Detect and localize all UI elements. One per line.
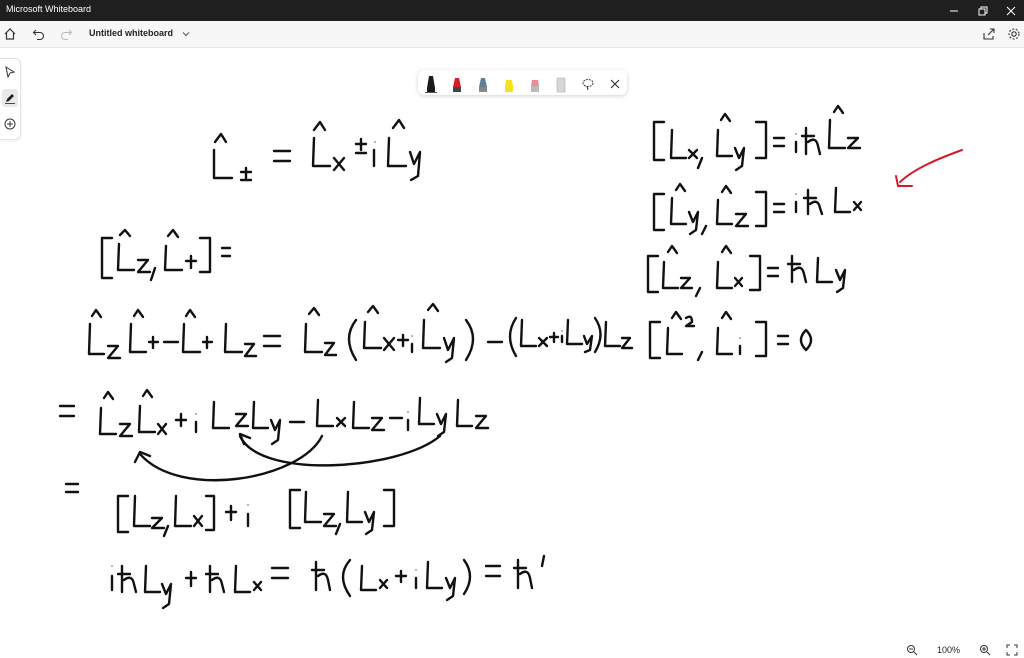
- zoom-controls: 100%: [900, 642, 1024, 658]
- black-pen-icon[interactable]: [424, 74, 438, 93]
- ink-stroke: [110, 554, 546, 610]
- app-toolbar: Untitled whiteboard: [0, 21, 1024, 48]
- close-tray-icon[interactable]: [608, 74, 622, 93]
- ink-stroke: [133, 432, 442, 482]
- blue-pen-icon[interactable]: [476, 74, 490, 93]
- zoom-out-icon[interactable]: [906, 644, 918, 656]
- restore-icon: [978, 6, 988, 15]
- window-title: Microsoft Whiteboard: [6, 4, 92, 14]
- settings-button[interactable]: [1006, 26, 1022, 42]
- share-icon: [983, 28, 995, 40]
- redo-icon: [60, 29, 73, 41]
- minimize-icon: [950, 10, 958, 11]
- ink-stroke: [87, 302, 634, 364]
- ink-stroke: [212, 118, 422, 182]
- ink-layer[interactable]: [0, 48, 1024, 642]
- eraser-icon[interactable]: [554, 74, 568, 93]
- zoom-in-icon[interactable]: [979, 644, 991, 656]
- minimize-button[interactable]: [946, 3, 962, 18]
- restore-button[interactable]: [975, 3, 991, 18]
- pen-tray: [418, 70, 627, 95]
- title-bar: Microsoft Whiteboard: [0, 0, 1024, 21]
- undo-button[interactable]: [31, 26, 47, 42]
- lasso-icon[interactable]: [581, 74, 595, 93]
- title-dropdown-button[interactable]: [178, 26, 194, 42]
- close-button[interactable]: [1003, 3, 1019, 18]
- share-button[interactable]: [981, 26, 997, 42]
- ink-stroke: [58, 388, 490, 446]
- undo-icon: [32, 29, 45, 41]
- red-pen-icon[interactable]: [450, 74, 464, 93]
- close-icon: [1006, 6, 1016, 15]
- ink-stroke: [64, 482, 396, 538]
- pink-highlighter-icon[interactable]: [528, 74, 542, 93]
- fit-to-screen-icon[interactable]: [1006, 644, 1018, 656]
- whiteboard-title[interactable]: Untitled whiteboard: [89, 28, 173, 38]
- ink-stroke: [100, 228, 232, 282]
- home-button[interactable]: [2, 26, 18, 42]
- red-arrow-annotation: [895, 149, 963, 187]
- yellow-highlighter-icon[interactable]: [502, 74, 516, 93]
- home-icon: [4, 28, 16, 40]
- zoom-level[interactable]: 100%: [937, 645, 960, 655]
- whiteboard-canvas[interactable]: [0, 48, 1024, 642]
- ink-stroke: [646, 104, 863, 362]
- redo-button[interactable]: [58, 26, 74, 42]
- chevron-down-icon: [182, 32, 190, 37]
- gear-icon: [1008, 28, 1020, 40]
